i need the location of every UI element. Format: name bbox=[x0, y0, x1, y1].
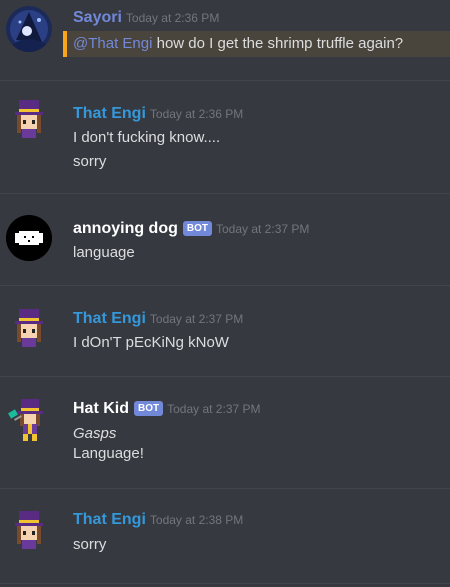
message-that-engi: That Engi Today at 2:38 PM sorry bbox=[0, 489, 450, 587]
message-text: Language! bbox=[73, 445, 144, 462]
author-name[interactable]: That Engi bbox=[73, 105, 146, 122]
message-text: sorry bbox=[73, 536, 107, 553]
wizard-avatar-icon bbox=[6, 6, 52, 52]
message-text: sorry bbox=[73, 153, 107, 170]
message-divider bbox=[0, 583, 450, 584]
hat-kid-avatar-icon bbox=[15, 309, 43, 347]
bot-badge: BOT bbox=[182, 221, 212, 236]
author-name[interactable]: Hat Kid bbox=[73, 400, 129, 417]
timestamp: Today at 2:38 PM bbox=[149, 513, 244, 527]
message-that-engi: That Engi Today at 2:36 PM I don't fuckin… bbox=[0, 81, 450, 192]
timestamp: Today at 2:36 PM bbox=[149, 107, 244, 121]
message-header: That Engi Today at 2:38 PM bbox=[73, 511, 243, 529]
message-text: language bbox=[73, 244, 135, 261]
message-text: I don't fucking know.... bbox=[73, 129, 221, 146]
avatar-that-engi[interactable] bbox=[6, 305, 52, 351]
avatar-hat-kid[interactable] bbox=[6, 397, 52, 443]
message-header: That Engi Today at 2:37 PM bbox=[73, 310, 243, 328]
chat-messages: Sayori Today at 2:36 PM @That Engi how do… bbox=[0, 0, 450, 587]
message-text: how do I get the shrimp truffle again? bbox=[156, 35, 404, 52]
dog-avatar-icon bbox=[6, 215, 52, 261]
message-hat-kid: Hat Kid BOT Today at 2:37 PM Gasps Languag… bbox=[0, 377, 450, 487]
message-header: Sayori Today at 2:36 PM bbox=[73, 9, 219, 27]
avatar-annoying-dog[interactable] bbox=[6, 215, 52, 261]
author-name[interactable]: That Engi bbox=[73, 310, 146, 327]
avatar-sayori[interactable] bbox=[6, 6, 52, 52]
hat-kid-avatar-icon bbox=[15, 511, 43, 549]
user-mention[interactable]: @That Engi bbox=[73, 35, 152, 52]
message-header: annoying dog BOT Today at 2:37 PM bbox=[73, 220, 309, 238]
author-name[interactable]: annoying dog bbox=[73, 220, 178, 237]
author-name[interactable]: Sayori bbox=[73, 9, 122, 26]
hat-kid-full-avatar-icon bbox=[8, 399, 43, 441]
message-header: Hat Kid BOT Today at 2:37 PM bbox=[73, 400, 261, 418]
message-content: @That Engi how do I get the shrimp truff… bbox=[73, 35, 403, 52]
avatar-that-engi[interactable] bbox=[6, 507, 52, 553]
avatar-that-engi[interactable] bbox=[6, 96, 52, 142]
hat-kid-avatar-icon bbox=[15, 100, 43, 138]
message-text: Gasps bbox=[73, 425, 117, 442]
message-header: That Engi Today at 2:36 PM bbox=[73, 105, 243, 123]
author-name[interactable]: That Engi bbox=[73, 511, 146, 528]
bot-badge: BOT bbox=[134, 401, 164, 416]
timestamp: Today at 2:37 PM bbox=[149, 312, 244, 326]
timestamp: Today at 2:37 PM bbox=[215, 222, 310, 236]
timestamp: Today at 2:37 PM bbox=[167, 402, 261, 416]
message-sayori: Sayori Today at 2:36 PM @That Engi how do… bbox=[0, 0, 450, 80]
message-that-engi: That Engi Today at 2:37 PM I dOn'T pEcKiN… bbox=[0, 286, 450, 376]
message-text: I dOn'T pEcKiNg kNoW bbox=[73, 334, 229, 351]
timestamp: Today at 2:36 PM bbox=[125, 11, 220, 25]
message-annoying-dog: annoying dog BOT Today at 2:37 PM language bbox=[0, 194, 450, 284]
